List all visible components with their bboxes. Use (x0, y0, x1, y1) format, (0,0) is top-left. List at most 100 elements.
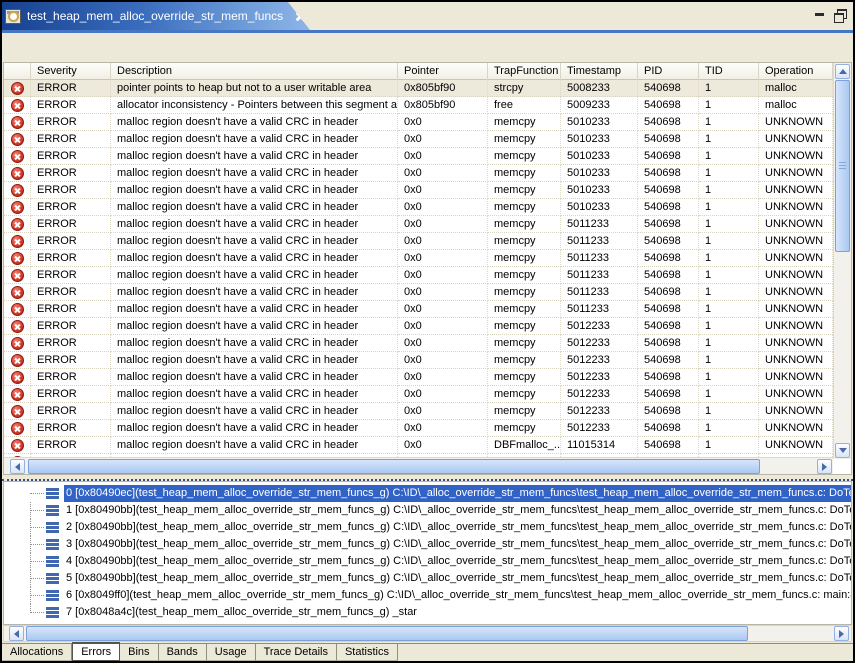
pid-cell: 540698 (638, 284, 699, 301)
table-row[interactable]: ERRORmalloc region doesn't have a valid … (4, 369, 833, 386)
maximize-icon[interactable] (833, 9, 847, 21)
table-row[interactable]: ERRORmalloc region doesn't have a valid … (4, 148, 833, 165)
operation-cell: UNKNOWN (759, 165, 833, 182)
list-item[interactable]: 7 [0x8048a4c](test_heap_mem_alloc_overri… (4, 604, 851, 621)
tab-bins[interactable]: Bins (120, 644, 158, 661)
list-item[interactable]: 1 [0x80490bb](test_heap_mem_alloc_overri… (4, 502, 851, 519)
description-cell: malloc region doesn't have a valid CRC i… (111, 182, 398, 199)
trap-function-cell: memcpy (488, 199, 561, 216)
table-row[interactable]: ERRORmalloc region doesn't have a valid … (4, 318, 833, 335)
trap-function-cell: memcpy (488, 148, 561, 165)
tid-cell: 1 (699, 420, 759, 437)
table-row[interactable]: ERRORmalloc region doesn't have a valid … (4, 131, 833, 148)
tid-cell: 1 (699, 284, 759, 301)
backtrace-entry-text: 4 [0x80490bb](test_heap_mem_alloc_overri… (64, 553, 851, 570)
table-row[interactable]: ERRORpointer points to heap but not to a… (4, 80, 833, 97)
table-row[interactable]: ERRORmalloc region doesn't have a valid … (4, 233, 833, 250)
tab-errors[interactable]: Errors (72, 642, 120, 661)
scroll-left-button[interactable] (10, 459, 25, 474)
column-header-operation[interactable]: Operation (759, 63, 833, 80)
list-horizontal-scrollbar[interactable] (3, 625, 852, 642)
table-row[interactable]: ERRORmalloc region doesn't have a valid … (4, 216, 833, 233)
pointer-cell: 0x0 (398, 352, 488, 369)
table-row[interactable]: ERRORmalloc region doesn't have a valid … (4, 165, 833, 182)
description-cell: malloc region doesn't have a valid CRC i… (111, 148, 398, 165)
severity-cell: ERROR (31, 80, 111, 97)
description-cell: malloc region doesn't have a valid CRC i… (111, 318, 398, 335)
tab-usage[interactable]: Usage (207, 644, 256, 661)
table-row[interactable]: ERRORmalloc region doesn't have a valid … (4, 403, 833, 420)
list-item[interactable]: 5 [0x80490bb](test_heap_mem_alloc_overri… (4, 570, 851, 587)
column-header-timestamp[interactable]: Timestamp (561, 63, 638, 80)
table-row[interactable]: ERRORmalloc region doesn't have a valid … (4, 420, 833, 437)
list-item[interactable]: 3 [0x80490bb](test_heap_mem_alloc_overri… (4, 536, 851, 553)
scroll-up-button[interactable] (835, 64, 850, 79)
severity-icon-cell (4, 420, 31, 437)
column-header-trapfunction[interactable]: TrapFunction (488, 63, 561, 80)
table-horizontal-scrollbar[interactable] (4, 457, 833, 474)
scroll-right-button[interactable] (817, 459, 832, 474)
severity-cell: ERROR (31, 165, 111, 182)
list-item[interactable]: 4 [0x80490bb](test_heap_mem_alloc_overri… (4, 553, 851, 570)
list-item[interactable]: 6 [0x8049ff0](test_heap_mem_alloc_overri… (4, 587, 851, 604)
description-cell: malloc region doesn't have a valid CRC i… (111, 437, 398, 454)
table-header-row: SeverityDescriptionPointerTrapFunctionTi… (4, 63, 833, 80)
scroll-down-button[interactable] (835, 443, 850, 458)
column-header-pid[interactable]: PID (638, 63, 699, 80)
severity-cell: ERROR (31, 131, 111, 148)
table-row[interactable]: ERRORmalloc region doesn't have a valid … (4, 114, 833, 131)
table-row[interactable]: ERRORmalloc region doesn't have a valid … (4, 301, 833, 318)
table-row[interactable]: ERRORmalloc region doesn't have a valid … (4, 386, 833, 403)
table-vertical-scrollbar[interactable] (833, 63, 851, 459)
column-header-tid[interactable]: TID (699, 63, 759, 80)
vertical-scroll-thumb[interactable] (835, 80, 850, 252)
operation-cell: UNKNOWN (759, 420, 833, 437)
table-row[interactable]: ERRORmalloc region doesn't have a valid … (4, 267, 833, 284)
timestamp-cell: 5010233 (561, 131, 638, 148)
horizontal-scroll-thumb[interactable] (26, 626, 748, 641)
minimize-icon[interactable] (813, 9, 827, 21)
tab-allocations[interactable]: Allocations (2, 644, 72, 661)
error-icon (11, 167, 24, 180)
list-item[interactable]: 0 [0x80490ec](test_heap_mem_alloc_overri… (4, 485, 851, 502)
description-cell: malloc region doesn't have a valid CRC i… (111, 352, 398, 369)
column-header-icon[interactable] (4, 63, 31, 80)
table-row[interactable]: ERRORmalloc region doesn't have a valid … (4, 199, 833, 216)
trap-function-cell: memcpy (488, 131, 561, 148)
table-row[interactable]: ERRORmalloc region doesn't have a valid … (4, 284, 833, 301)
operation-cell: UNKNOWN (759, 318, 833, 335)
error-icon (11, 354, 24, 367)
tab-trace-details[interactable]: Trace Details (256, 644, 337, 661)
description-cell: malloc region doesn't have a valid CRC i… (111, 114, 398, 131)
column-header-severity[interactable]: Severity (31, 63, 111, 80)
operation-cell: UNKNOWN (759, 114, 833, 131)
table-row[interactable]: ERRORmalloc region doesn't have a valid … (4, 182, 833, 199)
pointer-cell: 0x0 (398, 267, 488, 284)
pid-cell: 540698 (638, 386, 699, 403)
tab-statistics[interactable]: Statistics (337, 644, 398, 661)
table-row[interactable]: ERRORmalloc region doesn't have a valid … (4, 250, 833, 267)
view-tab[interactable]: test_heap_mem_alloc_override_str_mem_fun… (2, 2, 310, 30)
table-row[interactable]: ERRORmalloc region doesn't have a valid … (4, 352, 833, 369)
operation-cell: UNKNOWN (759, 284, 833, 301)
tab-bands[interactable]: Bands (159, 644, 207, 661)
description-cell: malloc region doesn't have a valid CRC i… (111, 267, 398, 284)
description-cell: malloc region doesn't have a valid CRC i… (111, 369, 398, 386)
tree-connector (30, 570, 44, 587)
horizontal-scroll-thumb[interactable] (28, 459, 760, 474)
scroll-left-button[interactable] (9, 626, 24, 641)
error-icon (11, 269, 24, 282)
list-item[interactable]: 2 [0x80490bb](test_heap_mem_alloc_overri… (4, 519, 851, 536)
column-header-pointer[interactable]: Pointer (398, 63, 488, 80)
column-header-description[interactable]: Description (111, 63, 398, 80)
errors-table: SeverityDescriptionPointerTrapFunctionTi… (3, 62, 852, 475)
table-row[interactable]: ERRORallocator inconsistency - Pointers … (4, 97, 833, 114)
severity-icon-cell (4, 352, 31, 369)
table-row[interactable]: ERRORmalloc region doesn't have a valid … (4, 335, 833, 352)
bottom-tab-bar: AllocationsErrorsBinsBandsUsageTrace Det… (2, 643, 853, 661)
severity-icon-cell (4, 216, 31, 233)
scroll-right-button[interactable] (834, 626, 849, 641)
table-row[interactable]: ERRORmalloc region doesn't have a valid … (4, 437, 833, 454)
pointer-cell: 0x0 (398, 301, 488, 318)
close-icon[interactable] (295, 11, 306, 22)
